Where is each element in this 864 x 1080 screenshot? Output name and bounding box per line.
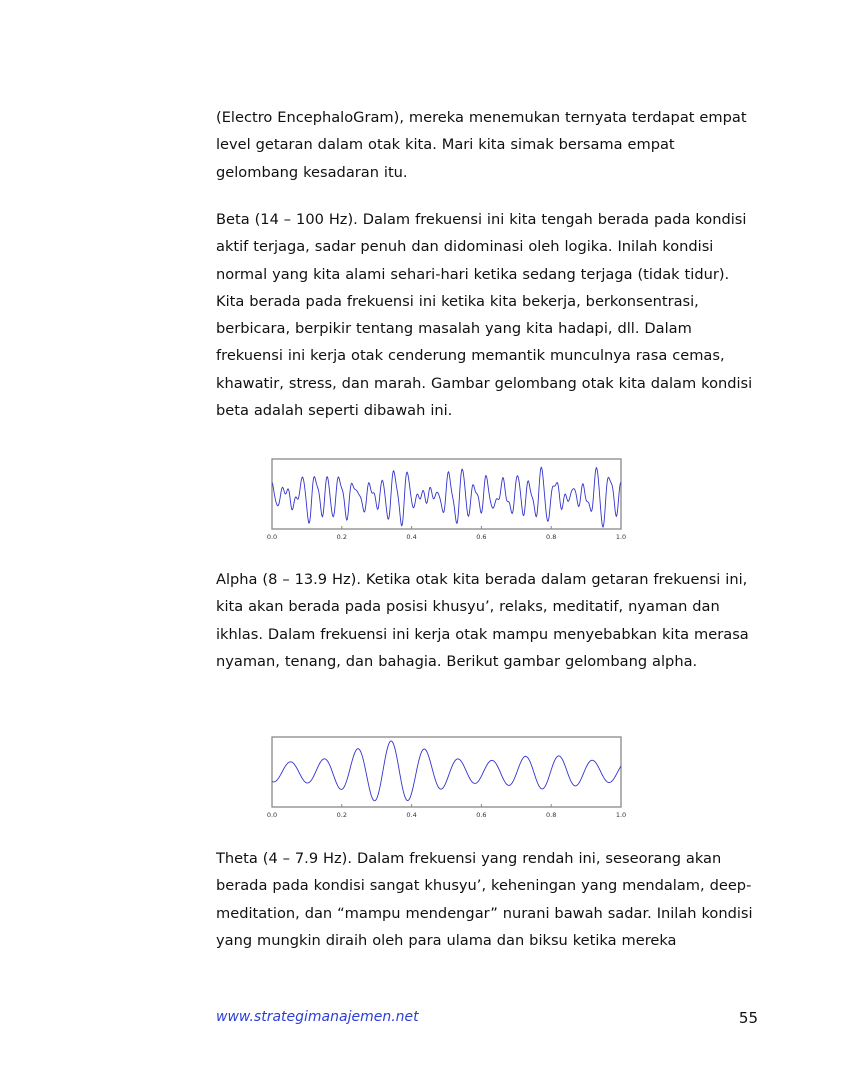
x-tick-label: 0.4	[406, 811, 416, 819]
alpha-wave-svg: 0.0 0.2 0.4 0.6 0.8 1.0	[267, 736, 626, 819]
x-tick-label: 0.4	[406, 533, 416, 541]
footer-website-link[interactable]: www.strategimanajemen.net	[216, 1009, 419, 1025]
x-tick-label: 1.0	[616, 533, 626, 541]
plot-frame	[271, 458, 622, 530]
beta-wave-chart: 0.0 0.2 0.4 0.6 0.8 1.0	[264, 455, 632, 545]
page-number: 55	[738, 1009, 758, 1027]
x-tick-label: 0.8	[546, 533, 556, 541]
x-tick-label: 0.8	[546, 811, 556, 819]
paragraph-alpha: Alpha (8 – 13.9 Hz). Ketika otak kita be…	[216, 571, 749, 670]
x-tick-label: 0.6	[476, 811, 486, 819]
alpha-wave-chart: 0.0 0.2 0.4 0.6 0.8 1.0	[264, 733, 632, 823]
x-tick-label: 0.0	[267, 811, 277, 819]
x-tick-label: 0.2	[337, 811, 347, 819]
paragraph-intro: (Electro EncephaloGram), mereka menemuka…	[216, 109, 747, 181]
beta-wave-svg: 0.0 0.2 0.4 0.6 0.8 1.0	[267, 458, 626, 541]
paragraph-theta: Theta (4 – 7.9 Hz). Dalam frekuensi yang…	[216, 850, 753, 949]
x-tick-label: 1.0	[616, 811, 626, 819]
plot-frame	[271, 736, 622, 808]
x-tick-label: 0.0	[267, 533, 277, 541]
x-tick-label: 0.6	[476, 533, 486, 541]
paragraph-beta: Beta (14 – 100 Hz). Dalam frekuensi ini …	[216, 211, 753, 420]
x-tick-label: 0.2	[337, 533, 347, 541]
